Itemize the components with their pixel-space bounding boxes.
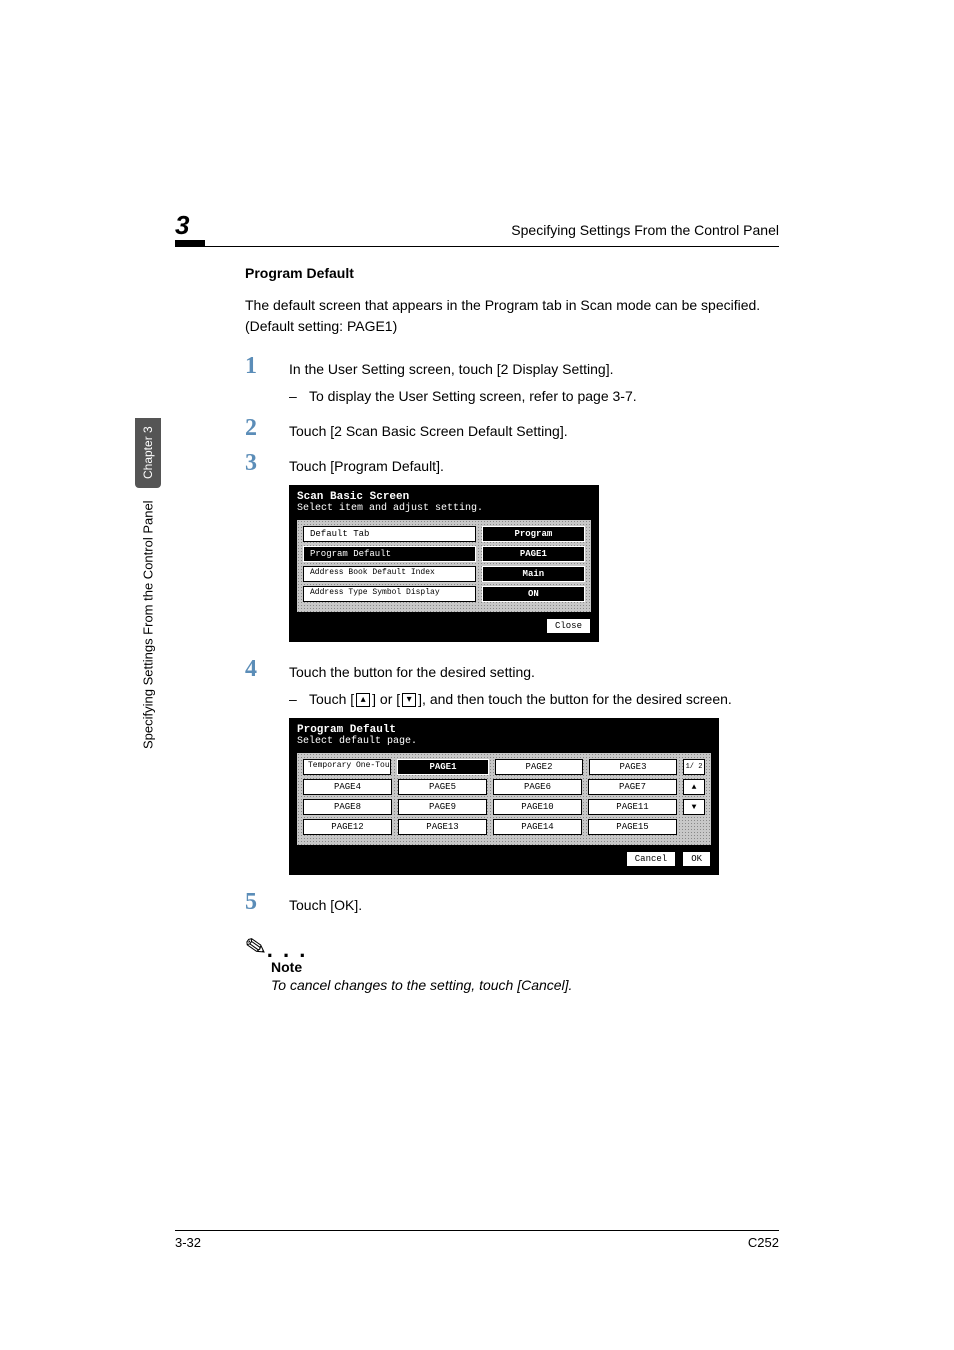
step-number: 5	[245, 889, 267, 916]
program-default-label[interactable]: Program Default	[303, 546, 476, 562]
page9-button[interactable]: PAGE9	[398, 799, 487, 815]
step-text: In the User Setting screen, touch [2 Dis…	[289, 361, 614, 377]
side-vertical-title: Specifying Settings From the Control Pan…	[138, 500, 158, 920]
page13-button[interactable]: PAGE13	[398, 819, 487, 835]
step-text: Touch the button for the desired setting…	[289, 664, 535, 680]
step-text: Touch [OK].	[289, 897, 362, 913]
shot-title: Program Default	[297, 724, 711, 736]
close-button[interactable]: Close	[546, 618, 591, 634]
header-rule	[175, 246, 779, 247]
page6-button[interactable]: PAGE6	[493, 779, 582, 795]
cancel-button[interactable]: Cancel	[626, 851, 676, 867]
running-head: Specifying Settings From the Control Pan…	[511, 222, 779, 238]
sub-text-post: ], and then touch the button for the des…	[418, 691, 732, 707]
chapter-number: 3	[175, 210, 189, 241]
step-number: 3	[245, 450, 267, 477]
addr-index-label[interactable]: Address Book Default Index	[303, 566, 476, 582]
side-chapter-tab: Chapter 3	[135, 418, 161, 488]
sub-text-pre: Touch [	[309, 691, 354, 707]
step-number: 2	[245, 415, 267, 442]
substep: Touch [▴] or [▾], and then touch the but…	[289, 689, 779, 710]
page11-button[interactable]: PAGE11	[588, 799, 677, 815]
step-text: Touch [Program Default].	[289, 458, 444, 474]
substep: To display the User Setting screen, refe…	[289, 386, 779, 407]
page4-button[interactable]: PAGE4	[303, 779, 392, 795]
addr-index-value[interactable]: Main	[482, 566, 585, 582]
default-tab-label[interactable]: Default Tab	[303, 526, 476, 542]
step-number: 4	[245, 656, 267, 683]
page1-button[interactable]: PAGE1	[397, 759, 489, 775]
note-block: ✎. . . Note To cancel changes to the set…	[245, 932, 779, 993]
chapter-badge: 3	[175, 210, 189, 241]
pager-count: 1/ 2	[683, 759, 705, 775]
page15-button[interactable]: PAGE15	[588, 819, 677, 835]
page10-button[interactable]: PAGE10	[493, 799, 582, 815]
model-code: C252	[748, 1235, 779, 1250]
addr-symbol-value[interactable]: ON	[482, 586, 585, 602]
page-number: 3-32	[175, 1235, 201, 1250]
pager-up-button[interactable]: ▲	[683, 779, 705, 795]
page7-button[interactable]: PAGE7	[588, 779, 677, 795]
note-head: Note	[271, 959, 779, 975]
down-icon: ▾	[402, 693, 416, 707]
page14-button[interactable]: PAGE14	[493, 819, 582, 835]
page2-button[interactable]: PAGE2	[495, 759, 583, 775]
sub-text-mid: ] or [	[372, 691, 400, 707]
section-title: Program Default	[245, 265, 779, 281]
note-icon: ✎	[242, 930, 269, 964]
screenshot-program-default: Program Default Select default page. Tem…	[289, 718, 719, 875]
page12-button[interactable]: PAGE12	[303, 819, 392, 835]
addr-symbol-label[interactable]: Address Type Symbol Display	[303, 586, 476, 602]
ok-button[interactable]: OK	[682, 851, 711, 867]
step-number: 1	[245, 353, 267, 380]
pager-down-button[interactable]: ▼	[683, 799, 705, 815]
shot-subtitle: Select default page.	[297, 736, 711, 747]
program-default-value[interactable]: PAGE1	[482, 546, 585, 562]
note-body: To cancel changes to the setting, touch …	[271, 977, 779, 993]
temp-onetouch-button[interactable]: Temporary One-Touch	[303, 759, 391, 775]
up-icon: ▴	[356, 693, 370, 707]
section-intro: The default screen that appears in the P…	[245, 295, 779, 337]
page3-button[interactable]: PAGE3	[589, 759, 677, 775]
default-tab-value[interactable]: Program	[482, 526, 585, 542]
shot-title: Scan Basic Screen	[297, 491, 591, 503]
screenshot-scan-basic: Scan Basic Screen Select item and adjust…	[289, 485, 599, 642]
page8-button[interactable]: PAGE8	[303, 799, 392, 815]
page5-button[interactable]: PAGE5	[398, 779, 487, 795]
shot-subtitle: Select item and adjust setting.	[297, 503, 591, 514]
step-text: Touch [2 Scan Basic Screen Default Setti…	[289, 423, 568, 439]
